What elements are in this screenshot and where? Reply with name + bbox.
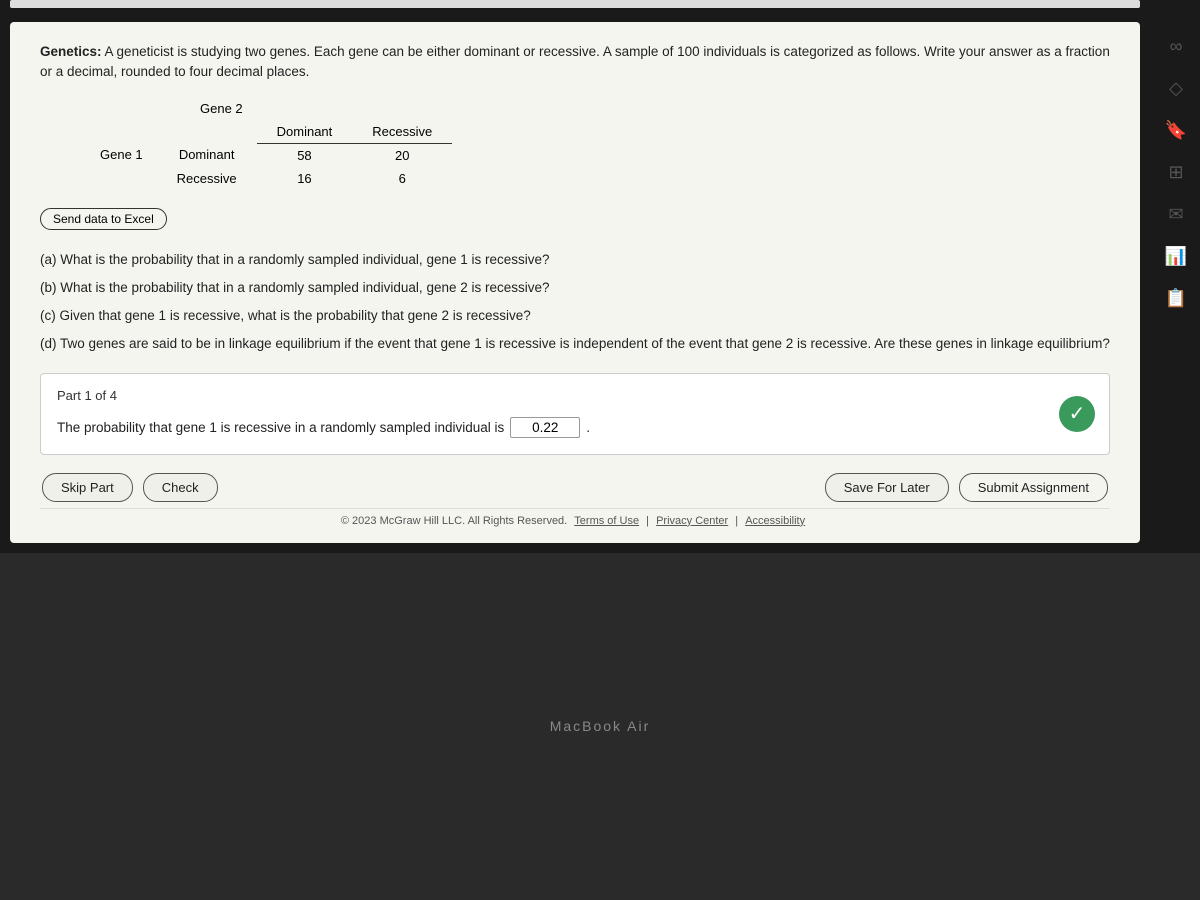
cell-dominant-recessive: 20 [352,143,452,167]
diamond-icon[interactable]: ◇ [1162,74,1190,102]
cell-dominant-dominant: 58 [257,143,353,167]
question-d: (d) Two genes are said to be in linkage … [40,332,1110,356]
problem-text: A geneticist is studying two genes. Each… [40,44,1110,79]
check-circle-icon: ✓ [1059,396,1095,432]
question-c: (c) Given that gene 1 is recessive, what… [40,304,1110,328]
send-data-button[interactable]: Send data to Excel [40,208,167,230]
right-actions: Save For Later Submit Assignment [825,473,1108,502]
table-row: Dominant 58 20 [157,143,453,167]
accessibility-link[interactable]: Accessibility [745,515,805,527]
answer-input[interactable] [510,417,580,438]
footer-bar: © 2023 McGraw Hill LLC. All Rights Reser… [40,508,1110,527]
answer-text-before: The probability that gene 1 is recessive… [57,420,504,435]
answer-text-after: . [586,420,590,435]
macbook-label: MacBook Air [550,718,651,734]
sidebar-icons: ∞ ◇ 🔖 ⊞ ✉ 📊 📋 [1162,22,1190,312]
check-button[interactable]: Check [143,473,218,502]
copyright-text: © 2023 McGraw Hill LLC. All Rights Reser… [341,515,567,527]
skip-part-button[interactable]: Skip Part [42,473,133,502]
col-header-dominant: Dominant [257,120,353,144]
questions-section: (a) What is the probability that in a ra… [40,248,1110,357]
question-b: (b) What is the probability that in a ra… [40,276,1110,300]
genetics-table-section: Gene 2 Gene 1 Dominant Recessive Dominan… [100,101,1110,190]
col-header-recessive: Recessive [352,120,452,144]
gene2-label: Gene 2 [200,101,243,116]
question-a: (a) What is the probability that in a ra… [40,248,1110,272]
submit-assignment-button[interactable]: Submit Assignment [959,473,1108,502]
bookmark-icon[interactable]: 🔖 [1162,116,1190,144]
row-label-recessive: Recessive [157,167,257,190]
cell-recessive-dominant: 16 [257,167,353,190]
keyboard-area: MacBook Air [0,553,1200,900]
infinity-icon[interactable]: ∞ [1162,32,1190,60]
row-label-dominant: Dominant [157,143,257,167]
mail-icon[interactable]: ✉ [1162,200,1190,228]
problem-bold: Genetics: [40,44,102,59]
doc-icon[interactable]: 📋 [1162,284,1190,312]
save-for-later-button[interactable]: Save For Later [825,473,949,502]
grid-icon[interactable]: ⊞ [1162,158,1190,186]
privacy-link[interactable]: Privacy Center [656,515,728,527]
answer-row: The probability that gene 1 is recessive… [57,417,1093,438]
part-label: Part 1 of 4 [57,388,1093,403]
problem-header: Genetics: A geneticist is studying two g… [40,42,1110,83]
table-row: Recessive 16 6 [157,167,453,190]
cell-recessive-recessive: 6 [352,167,452,190]
chart-icon[interactable]: 📊 [1162,242,1190,270]
terms-link[interactable]: Terms of Use [574,515,639,527]
gene1-label: Gene 1 [100,147,143,162]
part-box: Part 1 of 4 The probability that gene 1 … [40,373,1110,455]
genetics-data-table: Dominant Recessive Dominant 58 20 Recess… [157,120,453,190]
action-bar: Skip Part Check Save For Later Submit As… [40,473,1110,502]
left-actions: Skip Part Check [42,473,218,502]
